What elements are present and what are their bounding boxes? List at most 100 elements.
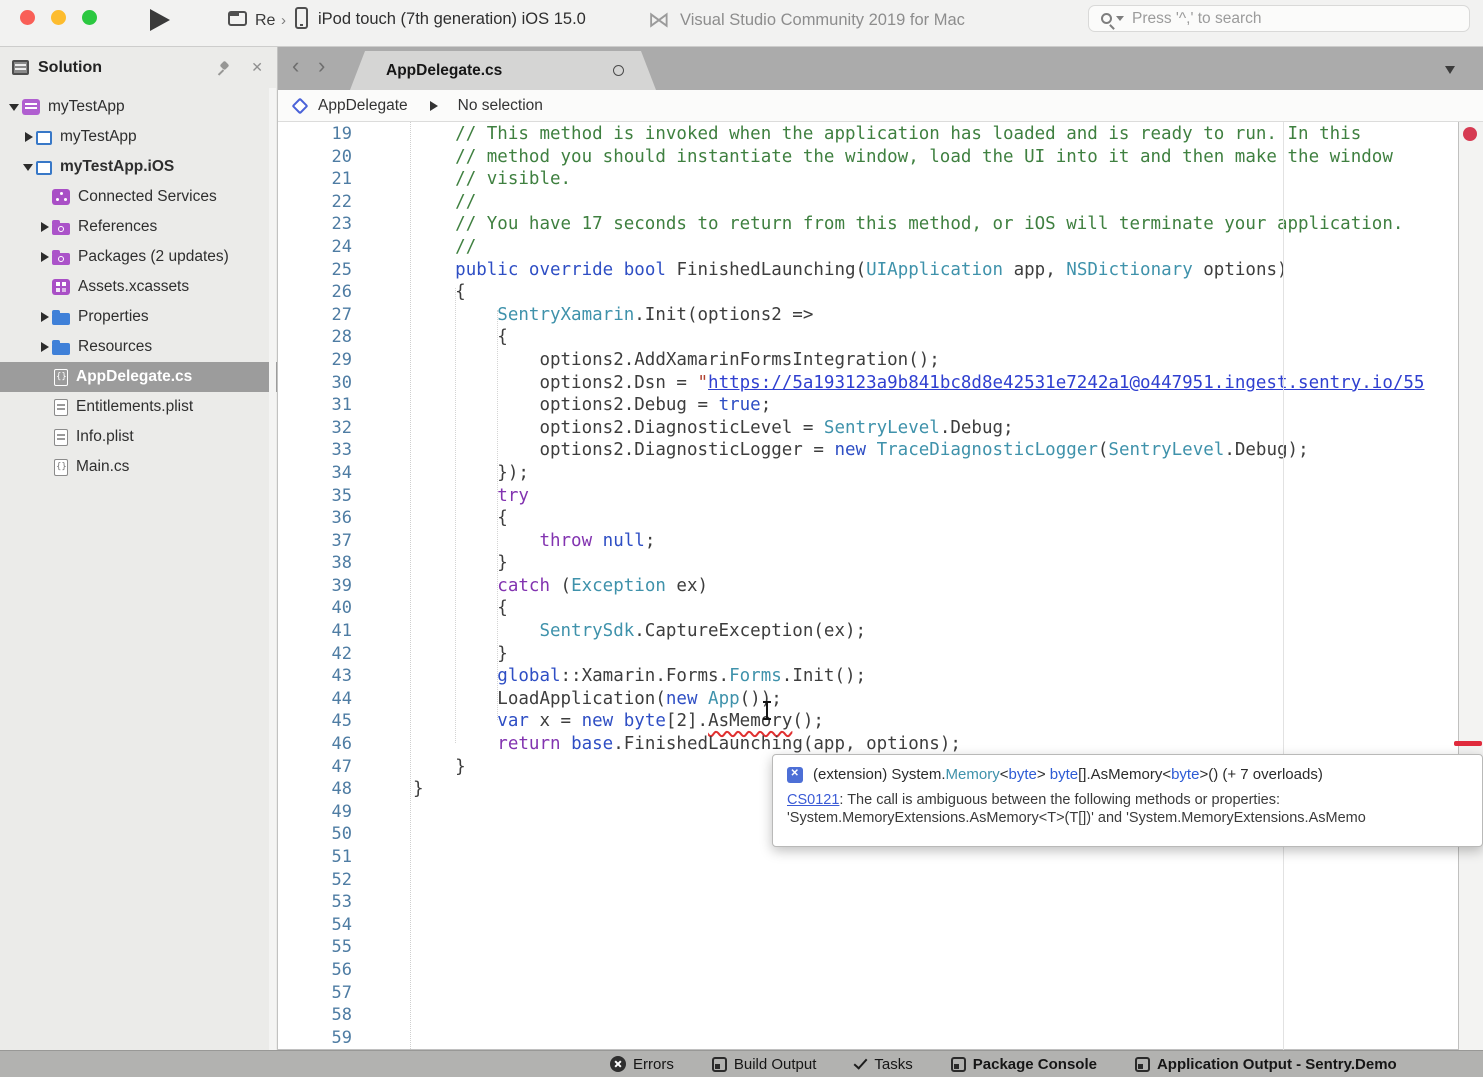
line-number[interactable]: 27 [278,304,352,327]
line-number-gutter[interactable]: 1920212223242526272829303132333435363738… [278,123,352,1049]
code-line-33[interactable]: options2.DiagnosticLogger = new TraceDia… [413,439,1458,462]
code-line-27[interactable]: SentryXamarin.Init(options2 => [413,304,1458,327]
code-line-41[interactable]: SentrySdk.CaptureException(ex); [413,620,1458,643]
tab-appdelegate[interactable]: AppDelegate.cs [350,51,656,90]
expander-icon[interactable] [38,341,52,353]
breadcrumb-class[interactable]: AppDelegate [318,97,408,115]
code-line-19[interactable]: // This method is invoked when the appli… [413,123,1458,146]
code-line-40[interactable]: { [413,597,1458,620]
line-number[interactable]: 43 [278,665,352,688]
line-number[interactable]: 38 [278,552,352,575]
code-line-42[interactable]: } [413,643,1458,666]
device-selector[interactable]: iPod touch (7th generation) iOS 15.0 [318,10,586,29]
line-number[interactable]: 22 [278,191,352,214]
code-line-21[interactable]: // visible. [413,168,1458,191]
sidebar-item-main-cs[interactable]: Main.cs [0,452,269,482]
code-line-59[interactable] [413,1027,1458,1050]
navigate-back-button[interactable]: ‹ [292,53,299,79]
tab-list-dropdown-icon[interactable] [1445,66,1455,74]
line-number[interactable]: 44 [278,688,352,711]
code-line-22[interactable]: // [413,191,1458,214]
sidebar-item-resources[interactable]: Resources [0,332,269,362]
pin-icon[interactable] [219,61,233,75]
code-line-44[interactable]: LoadApplication(new App()); [413,688,1458,711]
line-number[interactable]: 24 [278,236,352,259]
sidebar-item-appdelegate-cs[interactable]: AppDelegate.cs [0,362,277,392]
code-line-58[interactable] [413,1004,1458,1027]
line-number[interactable]: 56 [278,959,352,982]
expander-icon[interactable] [38,221,52,233]
code-line-31[interactable]: options2.Debug = true; [413,394,1458,417]
sidebar-item-assets-xcassets[interactable]: Assets.xcassets [0,272,269,302]
line-number[interactable]: 25 [278,259,352,282]
code-line-20[interactable]: // method you should instantiate the win… [413,146,1458,169]
line-number[interactable]: 29 [278,349,352,372]
code-line-38[interactable]: } [413,552,1458,575]
line-number[interactable]: 31 [278,394,352,417]
line-number[interactable]: 36 [278,507,352,530]
sidebar-item-entitlements-plist[interactable]: Entitlements.plist [0,392,269,422]
line-number[interactable]: 39 [278,575,352,598]
code-line-55[interactable] [413,936,1458,959]
line-number[interactable]: 49 [278,801,352,824]
close-icon[interactable]: ✕ [251,59,263,76]
line-number[interactable]: 51 [278,846,352,869]
breadcrumb-selection[interactable]: No selection [458,97,543,115]
pad-button-application-output-sentry-demo[interactable]: Application Output - Sentry.Demo [1135,1056,1397,1073]
code-line-45[interactable]: var x = new byte[2].AsMemory(); [413,710,1458,733]
line-number[interactable]: 42 [278,643,352,666]
line-number[interactable]: 26 [278,281,352,304]
code-line-46[interactable]: return base.FinishedLaunching(app, optio… [413,733,1458,756]
line-number[interactable]: 45 [278,710,352,733]
line-number[interactable]: 59 [278,1027,352,1050]
code-area[interactable]: // This method is invoked when the appli… [413,123,1458,1049]
code-line-28[interactable]: { [413,326,1458,349]
sidebar-item-connected-services[interactable]: Connected Services [0,182,269,212]
sidebar-item-mytestapp[interactable]: myTestApp [0,122,269,152]
line-number[interactable]: 21 [278,168,352,191]
line-number[interactable]: 46 [278,733,352,756]
expander-icon[interactable] [38,251,52,263]
line-number[interactable]: 41 [278,620,352,643]
configuration-icon[interactable] [228,11,247,26]
line-number[interactable]: 52 [278,869,352,892]
line-number[interactable]: 32 [278,417,352,440]
code-line-23[interactable]: // You have 17 seconds to return from th… [413,213,1458,236]
code-line-30[interactable]: options2.Dsn = "https://5a193123a9b841bc… [413,372,1458,395]
line-number[interactable]: 28 [278,326,352,349]
code-line-32[interactable]: options2.DiagnosticLevel = SentryLevel.D… [413,417,1458,440]
code-editor[interactable]: 1920212223242526272829303132333435363738… [278,122,1458,1050]
code-line-34[interactable]: }); [413,462,1458,485]
code-line-26[interactable]: { [413,281,1458,304]
code-line-24[interactable]: // [413,236,1458,259]
close-window-button[interactable] [20,10,35,25]
code-line-54[interactable] [413,914,1458,937]
line-number[interactable]: 19 [278,123,352,146]
pad-button-tasks[interactable]: Tasks [854,1056,912,1073]
code-line-35[interactable]: try [413,485,1458,508]
line-number[interactable]: 58 [278,1004,352,1027]
expander-icon[interactable] [8,101,22,113]
sidebar-scrollbar[interactable] [269,88,276,1050]
error-code-link[interactable]: CS0121 [787,792,839,808]
sidebar-item-info-plist[interactable]: Info.plist [0,422,269,452]
code-line-57[interactable] [413,982,1458,1005]
expander-icon[interactable] [22,131,36,143]
pad-button-package-console[interactable]: Package Console [951,1056,1097,1073]
line-number[interactable]: 20 [278,146,352,169]
line-number[interactable]: 48 [278,778,352,801]
line-number[interactable]: 47 [278,756,352,779]
zoom-window-button[interactable] [82,10,97,25]
sidebar-item-mytestapp[interactable]: myTestApp [0,92,269,122]
code-line-43[interactable]: global::Xamarin.Forms.Forms.Init(); [413,665,1458,688]
code-line-25[interactable]: public override bool FinishedLaunching(U… [413,259,1458,282]
configuration-selector[interactable]: Re [255,12,275,30]
code-line-56[interactable] [413,959,1458,982]
line-number[interactable]: 33 [278,439,352,462]
navigate-forward-button[interactable]: › [318,53,325,79]
sidebar-item-mytestapp-ios[interactable]: myTestApp.iOS [0,152,269,182]
line-number[interactable]: 54 [278,914,352,937]
line-number[interactable]: 53 [278,891,352,914]
line-number[interactable]: 55 [278,936,352,959]
line-number[interactable]: 30 [278,372,352,395]
